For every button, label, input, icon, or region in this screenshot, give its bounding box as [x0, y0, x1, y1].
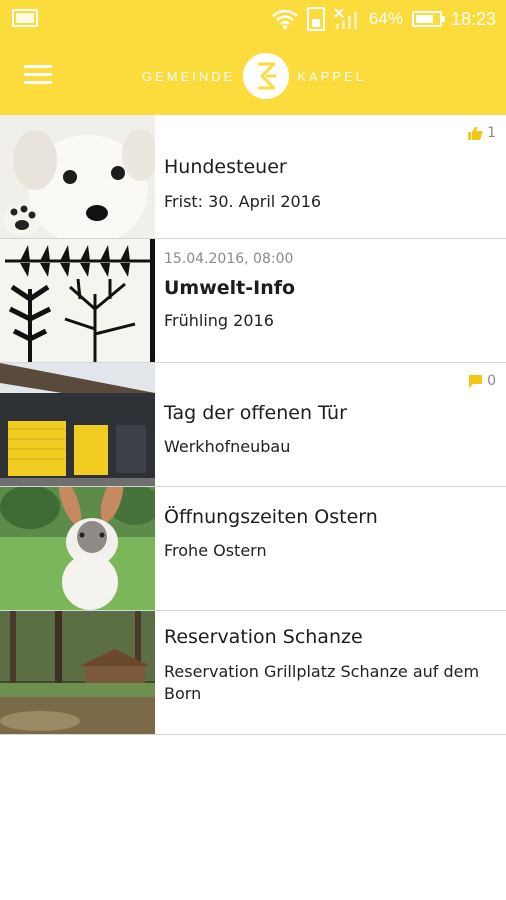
news-title: Tag der offenen Tür — [164, 402, 347, 424]
signal-icon — [334, 8, 357, 29]
battery-icon — [411, 11, 445, 27]
kappel-logo-icon — [243, 53, 290, 99]
news-title: Reservation Schanze — [164, 626, 363, 648]
comment-count: 0 — [487, 373, 496, 389]
news-subtitle: Frohe Ostern — [164, 541, 267, 560]
thumbs-up-icon — [468, 126, 483, 140]
brand-right-text: KAPPEL — [297, 68, 366, 84]
news-subtitle: Reservation Grillplatz Schanze auf dem B… — [164, 662, 480, 703]
building-photo — [0, 363, 155, 486]
news-item-umwelt-info[interactable]: 15.04.2016, 08:00 Umwelt-Info Frühling 2… — [0, 239, 506, 363]
news-title: Umwelt-Info — [164, 277, 296, 299]
news-text: Hundesteuer Frist: 30. April 2016 — [164, 115, 498, 213]
news-list: Hundesteuer Frist: 30. April 2016 1 15.0… — [0, 115, 506, 735]
news-title: Öffnungszeiten Ostern — [164, 506, 378, 528]
battery-percent: 64% — [368, 9, 403, 28]
like-count: 1 — [487, 125, 496, 141]
news-text: Reservation Schanze Reservation Grillpla… — [164, 611, 498, 705]
news-text: Tag der offenen Tür Werkhofneubau — [164, 363, 498, 458]
news-title: Hundesteuer — [164, 156, 287, 178]
news-subtitle: Frist: 30. April 2016 — [164, 192, 322, 211]
clock: 18:23 — [450, 8, 496, 29]
news-item-tag-der-offenen-tuer[interactable]: Tag der offenen Tür Werkhofneubau 0 — [0, 363, 506, 487]
gallery-icon — [12, 9, 38, 27]
brand-left-text: GEMEINDE — [142, 68, 236, 84]
news-subtitle: Frühling 2016 — [164, 311, 274, 330]
puppy-photo — [0, 115, 155, 238]
forest-photo — [0, 611, 155, 734]
header: 64% 18:23 GEMEINDE KAPPEL — [0, 0, 506, 115]
comment-icon — [469, 375, 483, 388]
brand-logo: GEMEINDE KAPPEL — [142, 52, 366, 100]
news-text: 15.04.2016, 08:00 Umwelt-Info Frühling 2… — [164, 239, 498, 332]
status-icons: 64% 18:23 — [272, 6, 496, 32]
news-date: 15.04.2016, 08:00 — [164, 251, 294, 267]
hamburger-menu-icon[interactable] — [24, 63, 52, 87]
plant-graphic — [0, 239, 155, 362]
news-subtitle: Werkhofneubau — [164, 437, 291, 456]
like-badge: 1 — [468, 125, 496, 141]
news-item-reservation-schanze[interactable]: Reservation Schanze Reservation Grillpla… — [0, 611, 506, 735]
news-text: Öffnungszeiten Ostern Frohe Ostern — [164, 487, 498, 562]
app-bar: GEMEINDE KAPPEL — [0, 38, 506, 115]
news-item-hundesteuer[interactable]: Hundesteuer Frist: 30. April 2016 1 — [0, 115, 506, 239]
wifi-icon — [272, 9, 298, 29]
sim-icon — [306, 7, 325, 31]
news-item-oeffnungszeiten-ostern[interactable]: Öffnungszeiten Ostern Frohe Ostern — [0, 487, 506, 611]
rabbit-photo — [0, 487, 155, 610]
comment-badge: 0 — [468, 373, 496, 389]
status-bar: 64% 18:23 — [0, 0, 506, 38]
